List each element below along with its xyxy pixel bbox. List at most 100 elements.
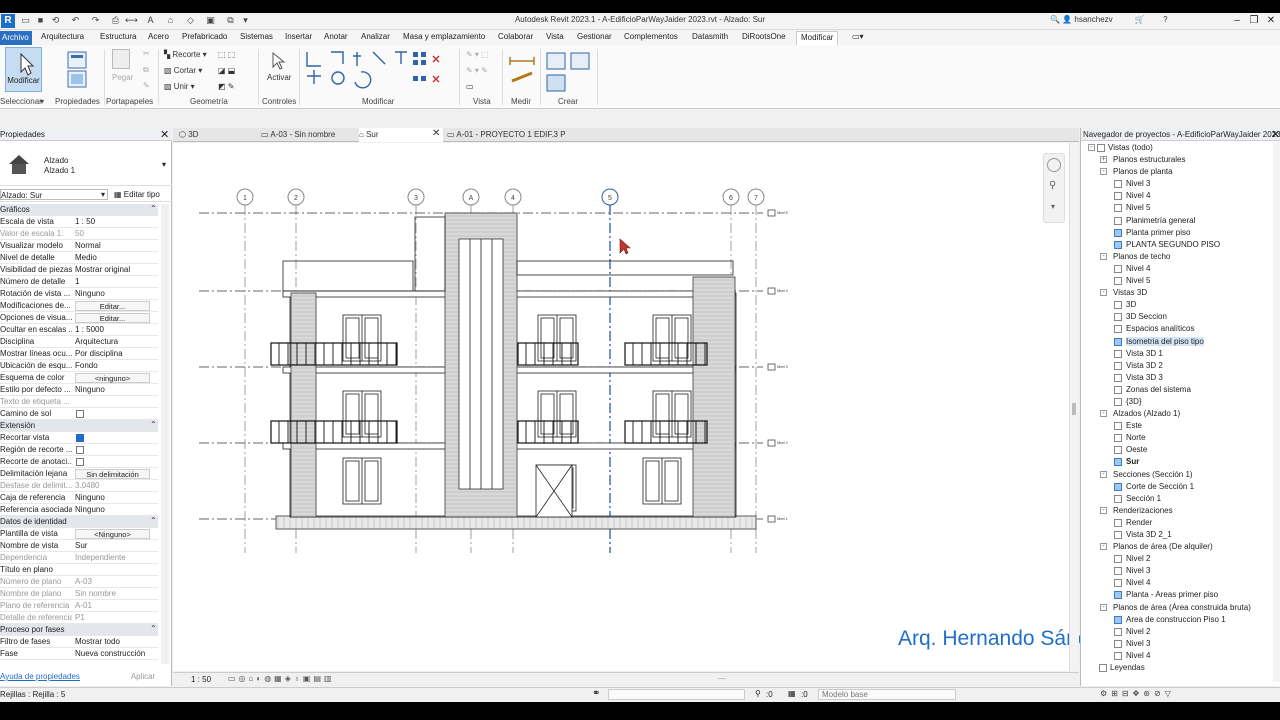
property-row[interactable]: Número de detalle 1 <box>0 276 158 288</box>
property-button[interactable]: <ninguno> <box>75 373 150 383</box>
property-row[interactable]: Visualizar modelo Normal <box>0 240 158 252</box>
collapse-icon[interactable]: - <box>1100 506 1107 514</box>
property-value[interactable]: Mostrar todo <box>75 637 155 646</box>
tree-node[interactable]: Nivel 3 <box>1081 565 1273 577</box>
apply-button[interactable]: Aplicar <box>118 670 168 682</box>
property-row[interactable]: Texto de etiqueta ... <box>0 396 158 408</box>
property-checkbox[interactable] <box>76 446 84 454</box>
editable-only-icon[interactable]: ⚲ <box>755 689 761 698</box>
property-value[interactable]: Fondo <box>75 361 155 370</box>
property-row[interactable]: Dependencia Independiente <box>0 552 158 564</box>
tree-node[interactable]: - Vistas (todo) <box>1081 142 1273 154</box>
tree-node[interactable]: Nivel 2 <box>1081 626 1273 638</box>
collapse-icon[interactable]: - <box>1088 144 1095 151</box>
property-value[interactable]: Ninguno <box>75 385 155 394</box>
properties-icon[interactable] <box>66 49 88 89</box>
expand-icon[interactable]: + <box>1100 156 1107 164</box>
property-checkbox[interactable] <box>76 458 84 466</box>
tree-node[interactable]: Vista 3D 2 <box>1081 360 1273 372</box>
search-icon[interactable]: 🔍 <box>1050 15 1060 24</box>
collapse-icon[interactable]: ⌃ <box>150 624 157 633</box>
ribbon-tab[interactable]: DiRootsOne <box>742 32 786 41</box>
property-value[interactable]: 3.0480 <box>75 481 155 490</box>
chevron-down-icon[interactable]: ▾ <box>1051 202 1055 211</box>
tree-node[interactable]: Este <box>1081 420 1273 432</box>
tab-3d[interactable]: ⬡ 3D <box>179 128 259 142</box>
property-row[interactable]: Visibilidad de piezas Mostrar original <box>0 264 158 276</box>
tree-node[interactable]: - Alzados (Alzado 1) <box>1081 408 1273 420</box>
property-row[interactable]: Nombre de plano Sin nombre <box>0 588 158 600</box>
drawing-canvas[interactable]: 1 2 3 A 4 5 6 7 Nivel 5 Nivel 4 Nivel 3 Nivel 2 Niv… <box>173 143 1146 671</box>
worksets-icon[interactable]: ⚭ <box>592 688 600 699</box>
design-options-icon[interactable]: ▦ <box>788 689 796 698</box>
property-row[interactable]: Delimitación lejana Sin delimitación <box>0 468 158 480</box>
tree-node[interactable]: Nivel 4 <box>1081 577 1273 589</box>
cut-geometry-button[interactable]: ▧ Cortar ▾ <box>164 66 202 75</box>
tree-node[interactable]: Nivel 3 <box>1081 638 1273 650</box>
property-value[interactable]: 1 : 50 <box>75 217 155 226</box>
tree-node[interactable]: Render <box>1081 517 1273 529</box>
property-row[interactable]: Detalle de referencia P1 <box>0 612 158 624</box>
tree-node[interactable]: - Vistas 3D <box>1081 287 1273 299</box>
ribbon-tab[interactable]: Insertar <box>285 32 312 41</box>
ribbon-tab[interactable]: Prefabricado <box>182 32 227 41</box>
ribbon-tab[interactable]: Modificar <box>796 31 839 46</box>
tree-node[interactable]: Area de construccion Piso 1 <box>1081 614 1273 626</box>
linework-icon[interactable]: ▭ <box>466 82 474 91</box>
ribbon-options-icon[interactable]: ▭▾ <box>852 32 864 41</box>
modify-tools-group[interactable] <box>303 48 443 96</box>
ribbon-tab[interactable]: Complementos <box>624 32 678 41</box>
tree-node[interactable]: 3D <box>1081 299 1273 311</box>
tree-node[interactable]: {3D} <box>1081 396 1273 408</box>
elevation-drawing[interactable]: 1 2 3 A 4 5 6 7 Nivel 5 Nivel 4 Nivel 3 Nivel 2 Niv… <box>173 143 1069 671</box>
tab-sheet-a03[interactable]: ▭ A-03 - Sin nombre <box>261 128 357 142</box>
match-icon[interactable]: ✎ <box>143 81 150 90</box>
collapse-icon[interactable]: ⌃ <box>150 516 157 525</box>
activate-controls-icon[interactable] <box>269 51 289 71</box>
property-group-header[interactable]: Extensión ⌃ <box>0 420 158 432</box>
tab-sheet-a01[interactable]: ▭ A-01 - PROYECTO 1 EDIF.3 P <box>447 128 587 142</box>
view-control-icons[interactable]: ▭◎⌂◐◍▦◈♁▣▤▥ <box>228 674 335 683</box>
tree-node[interactable]: Sur <box>1081 456 1273 468</box>
property-checkbox[interactable] <box>76 410 84 418</box>
tree-node[interactable]: Nivel 4 <box>1081 263 1273 275</box>
property-row[interactable]: Disciplina Arquitectura <box>0 336 158 348</box>
scroll-thumb[interactable] <box>1072 403 1076 415</box>
property-row[interactable]: Desfase de delimit... 3.0480 <box>0 480 158 492</box>
ribbon-tab[interactable]: Sistemas <box>240 32 273 41</box>
tree-node[interactable]: Nivel 2 <box>1081 553 1273 565</box>
ribbon-tab[interactable]: Datasmith <box>692 32 728 41</box>
property-value[interactable]: Ninguno <box>75 505 155 514</box>
property-value[interactable]: A-03 <box>75 577 155 586</box>
copy-icon[interactable]: ⧉ <box>143 65 149 75</box>
zoom-icon[interactable]: ⚲ <box>1049 180 1056 191</box>
property-button[interactable]: Sin delimitación <box>75 469 150 479</box>
properties-help-link[interactable]: Ayuda de propiedades <box>0 672 80 681</box>
close-icon[interactable]: ✕ <box>1271 128 1280 141</box>
tree-node[interactable]: + Planos estructurales <box>1081 154 1273 166</box>
tree-node[interactable]: Nivel 5 <box>1081 202 1273 214</box>
tree-node[interactable]: - Planos de área (Área construida bruta) <box>1081 602 1273 614</box>
property-value[interactable]: Ninguno <box>75 289 155 298</box>
tree-node[interactable]: Planimetría general <box>1081 215 1273 227</box>
collapse-icon[interactable]: - <box>1100 410 1107 418</box>
property-value[interactable]: Sur <box>75 541 155 550</box>
property-value[interactable]: Medio <box>75 253 155 262</box>
tree-node[interactable]: Vista 3D 2_1 <box>1081 529 1273 541</box>
tree-node[interactable]: Vista 3D 3 <box>1081 372 1273 384</box>
select-dropdown-icon[interactable]: ▾ <box>40 97 44 106</box>
property-value[interactable]: Normal <box>75 241 155 250</box>
tree-node[interactable]: - Renderizaciones <box>1081 505 1273 517</box>
property-row[interactable]: Rotación de vista ... Ninguno <box>0 288 158 300</box>
paste-label[interactable]: Pegar <box>112 73 133 82</box>
instance-filter-dropdown[interactable]: Alzado: Sur ▾ <box>0 189 108 200</box>
chevron-down-icon[interactable]: ▾ <box>162 160 166 169</box>
property-row[interactable]: Filtro de fases Mostrar todo <box>0 636 158 648</box>
property-button[interactable]: Editar... <box>75 301 150 311</box>
collapse-icon[interactable]: - <box>1100 168 1107 176</box>
ribbon-tab[interactable]: Vista <box>546 32 564 41</box>
tree-node[interactable]: Oeste <box>1081 444 1273 456</box>
wall-joins-icon[interactable]: ⬚ ⬚ <box>218 50 235 59</box>
ribbon-tab[interactable]: Gestionar <box>577 32 612 41</box>
property-row[interactable]: Plantilla de vista <Ninguno> <box>0 528 158 540</box>
